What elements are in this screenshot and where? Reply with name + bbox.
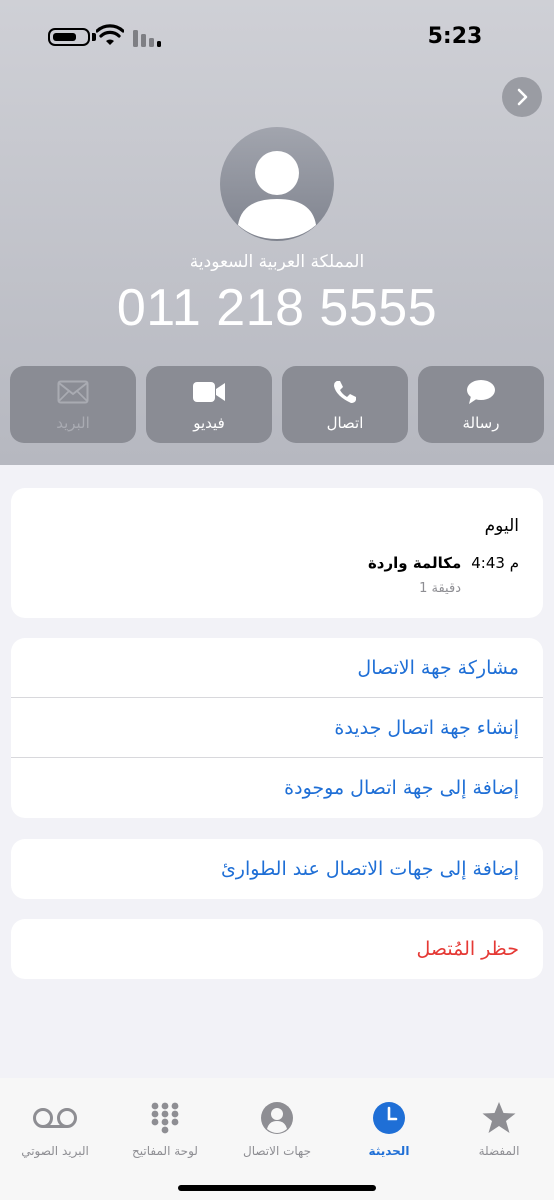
call-entry: 4:43 م مكالمة واردة: [368, 554, 519, 572]
tab-voicemail[interactable]: البريد الصوتي: [0, 1100, 110, 1158]
person-silhouette-icon: [238, 151, 316, 239]
voicemail-icon: [33, 1108, 77, 1128]
emergency-card: إضافة إلى جهات الاتصال عند الطوارئ: [11, 839, 543, 899]
star-icon: [482, 1102, 516, 1133]
home-indicator[interactable]: [178, 1185, 376, 1191]
share-contact-button[interactable]: مشاركة جهة الاتصال: [11, 638, 543, 698]
contact-header: 5:23 المملكة العربية السعودية 011 218 55…: [0, 0, 554, 465]
recent-calls-card: اليوم 4:43 م مكالمة واردة 1 دقيقة: [11, 488, 543, 618]
keypad-icon: [151, 1102, 179, 1134]
video-button[interactable]: فيديو: [146, 366, 272, 443]
call-type: مكالمة واردة: [367, 554, 462, 572]
status-time: 5:23: [427, 24, 483, 49]
message-button[interactable]: رسالة: [418, 366, 544, 443]
wifi-icon: [96, 24, 124, 45]
call-duration: 1 دقيقة: [419, 581, 461, 596]
tab-recents[interactable]: الحديثة: [334, 1100, 444, 1158]
tab-label: البريد الصوتي: [21, 1144, 89, 1158]
battery-icon: [48, 28, 90, 46]
chevron-right-icon: [517, 88, 528, 106]
message-icon: [467, 379, 495, 404]
cellular-signal-icon: [133, 30, 161, 47]
tab-label: الحديثة: [368, 1144, 410, 1158]
person-circle-icon: [261, 1102, 293, 1134]
mail-icon: [57, 380, 89, 403]
tab-keypad[interactable]: لوحة المفاتيح: [110, 1100, 220, 1158]
mail-label: البريد: [56, 413, 90, 432]
contact-country: المملكة العربية السعودية: [189, 252, 365, 272]
block-caller-button[interactable]: حظر المُتصل: [11, 919, 543, 979]
tab-label: المفضلة: [478, 1144, 520, 1158]
tab-label: جهات الاتصال: [242, 1144, 311, 1158]
call-time: 4:43 م: [471, 554, 519, 572]
status-bar: 5:23: [0, 0, 554, 80]
message-label: رسالة: [462, 413, 500, 432]
tab-contacts[interactable]: جهات الاتصال: [222, 1100, 332, 1158]
navigate-button[interactable]: [502, 77, 542, 117]
create-contact-button[interactable]: إنشاء جهة اتصال جديدة: [11, 698, 543, 758]
block-card: حظر المُتصل: [11, 919, 543, 979]
tab-label: لوحة المفاتيح: [132, 1144, 198, 1158]
recent-day-heading: اليوم: [484, 516, 519, 536]
tab-favorites[interactable]: المفضلة: [444, 1100, 554, 1158]
call-button[interactable]: اتصال: [282, 366, 408, 443]
phone-icon: [334, 380, 356, 403]
tab-bar: المفضلة الحديثة جهات الاتصال لوحة المفات…: [0, 1078, 554, 1200]
contact-avatar: [220, 127, 334, 241]
contact-options-card: مشاركة جهة الاتصال إنشاء جهة اتصال جديدة…: [11, 638, 543, 818]
add-emergency-contact-button[interactable]: إضافة إلى جهات الاتصال عند الطوارئ: [11, 839, 543, 899]
mail-button[interactable]: البريد: [10, 366, 136, 443]
call-label: اتصال: [326, 413, 364, 432]
video-label: فيديو: [193, 413, 225, 432]
add-to-existing-contact-button[interactable]: إضافة إلى جهة اتصال موجودة: [11, 758, 543, 818]
video-icon: [193, 381, 225, 402]
clock-icon: [373, 1102, 405, 1134]
contact-phone-number: 011 218 5555: [116, 279, 438, 337]
